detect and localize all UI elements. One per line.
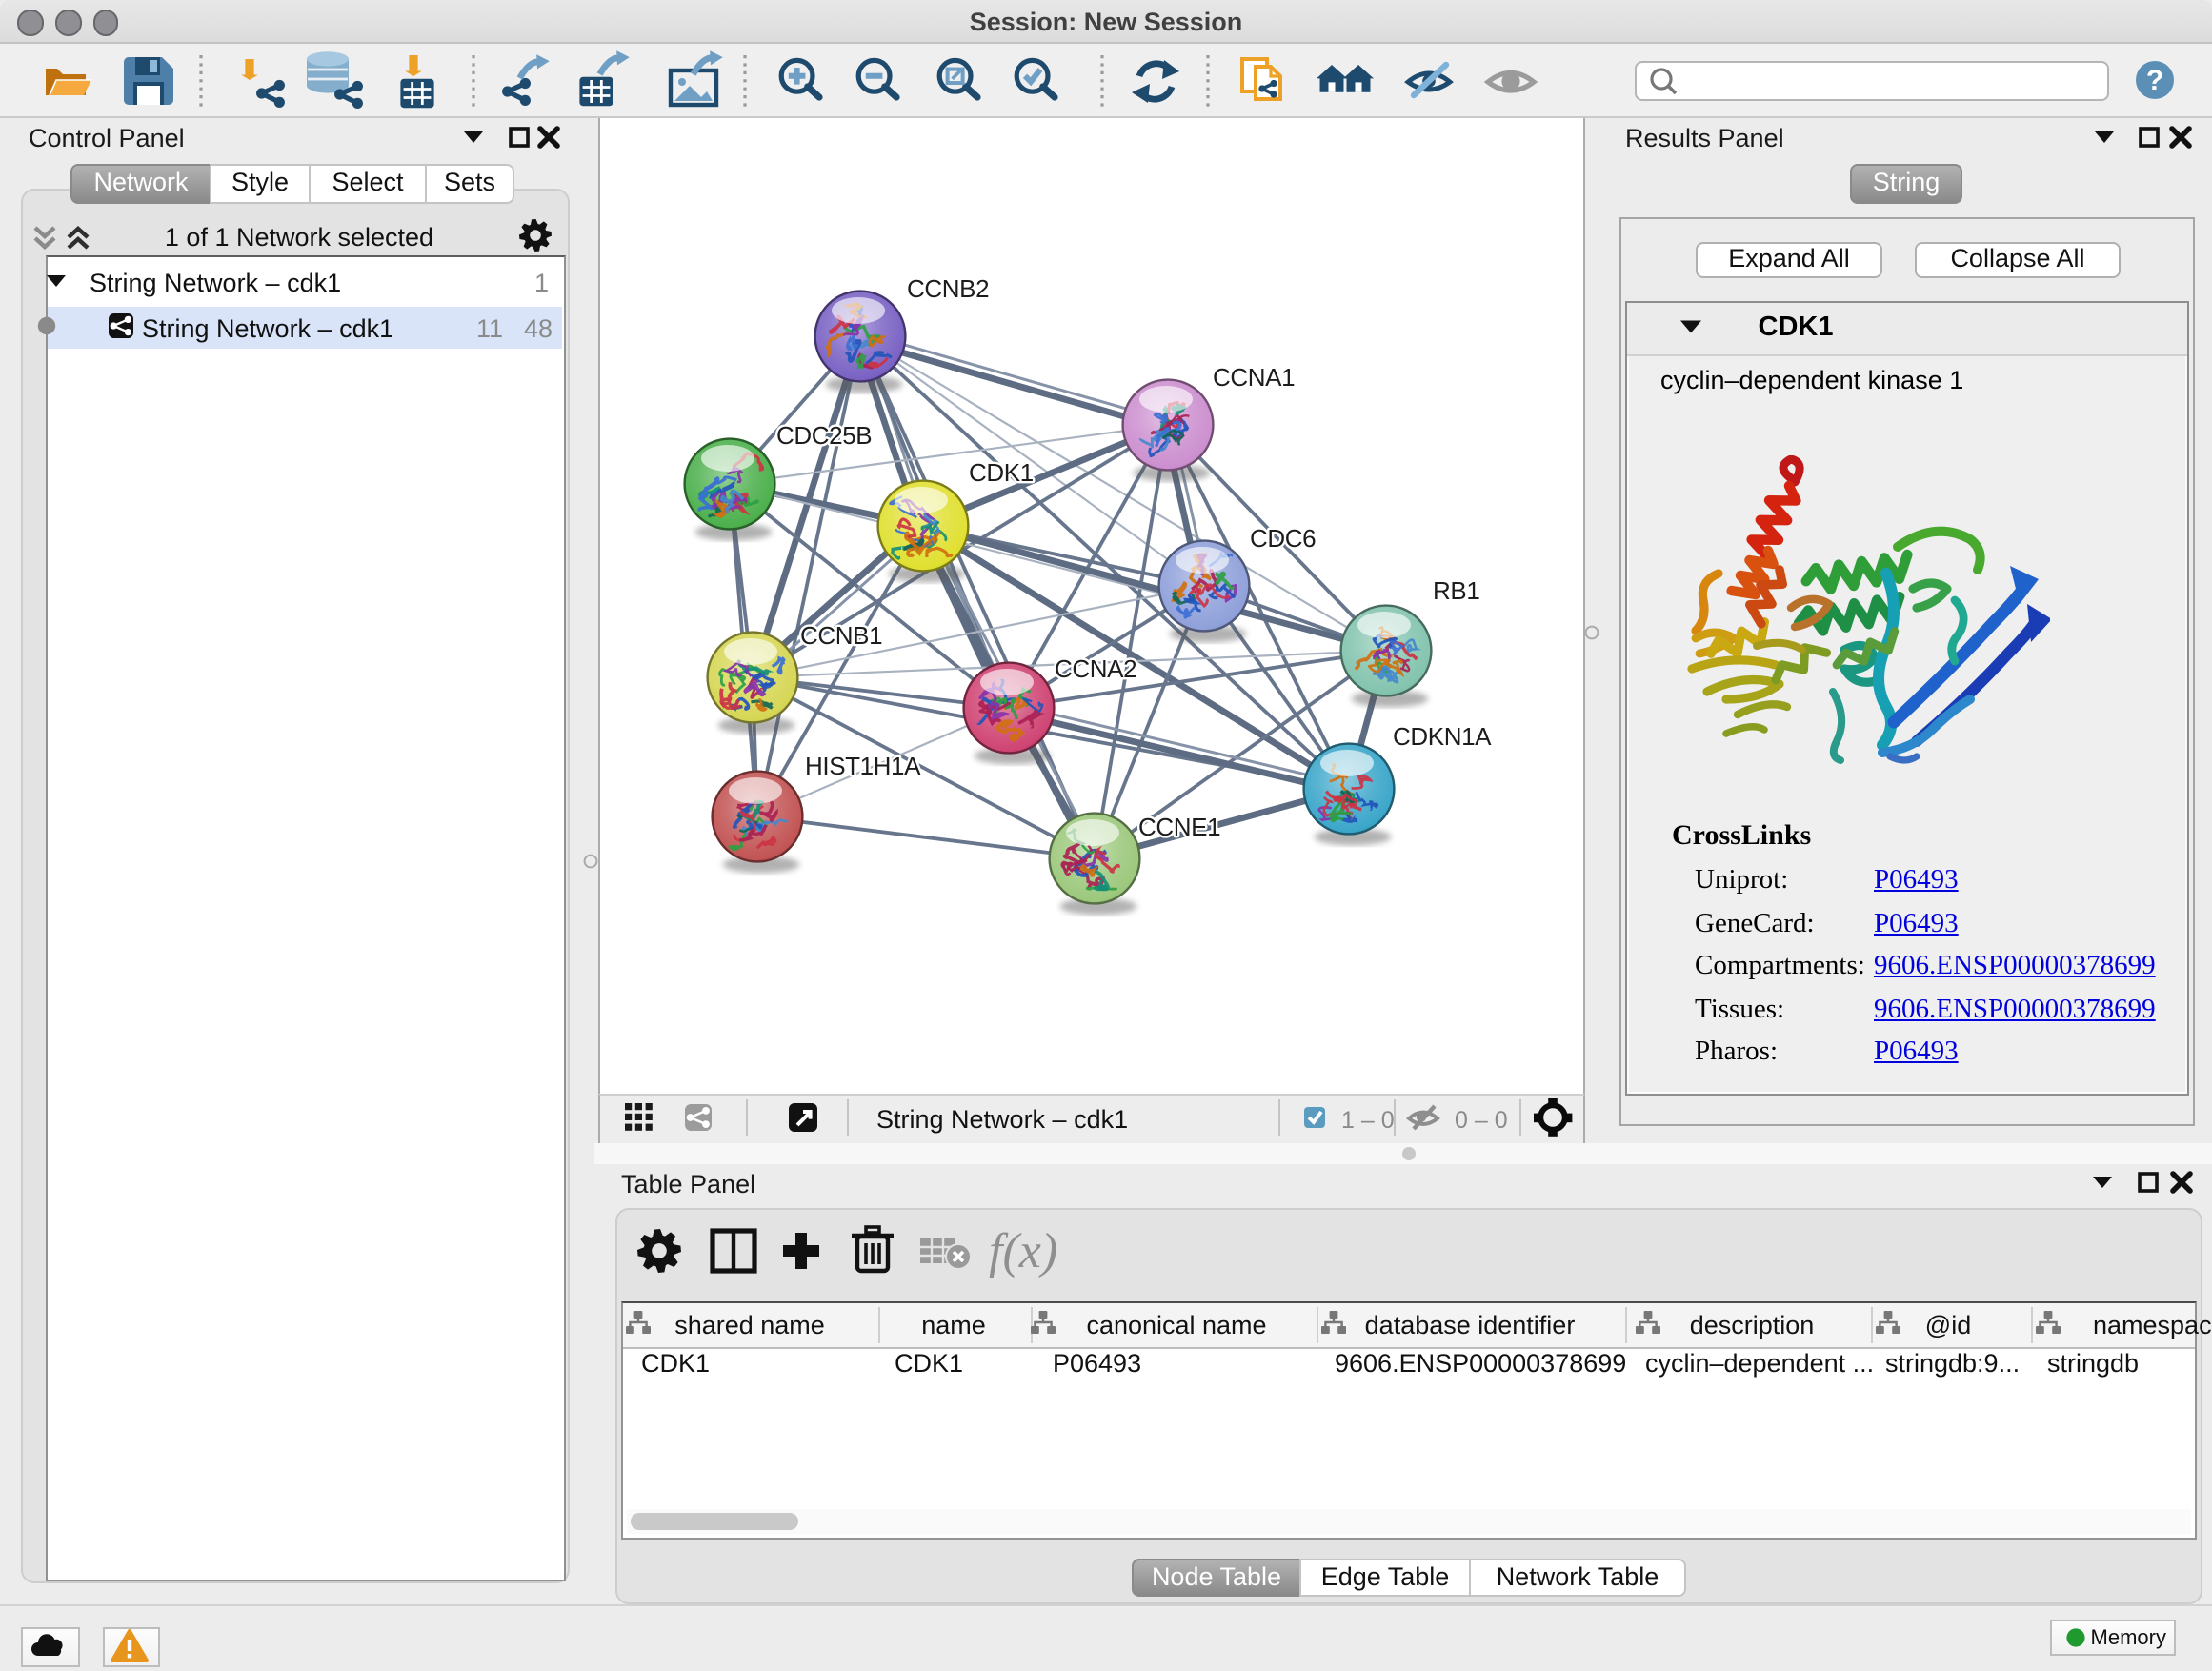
svg-text:?: ? — [2146, 65, 2163, 96]
